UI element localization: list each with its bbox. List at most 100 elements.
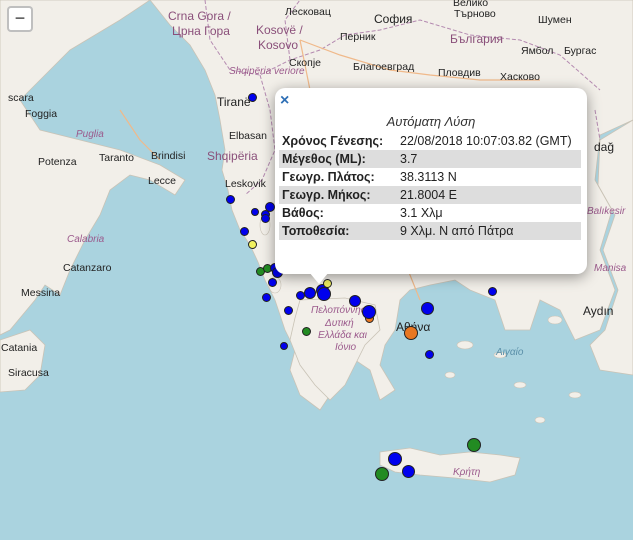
detail-row: Τοποθεσία: 9 Χλμ. N από Πάτρα — [279, 222, 581, 240]
sicily-land — [0, 329, 46, 393]
zoom-out-button[interactable]: − — [7, 6, 33, 32]
map-label: Ιόνιο — [335, 342, 357, 353]
island — [568, 391, 582, 399]
earthquake-marker[interactable] — [247, 239, 257, 249]
island — [444, 371, 456, 379]
map-label: Κρήτη — [453, 467, 481, 478]
map-label: Ямбол — [521, 45, 554, 57]
map-label: Potenza — [38, 156, 77, 168]
earthquake-marker[interactable] — [304, 287, 316, 299]
detail-key: Χρόνος Γένεσης: — [282, 134, 384, 148]
earthquake-marker[interactable] — [283, 305, 293, 315]
earthquake-marker[interactable] — [375, 467, 389, 481]
earthquake-marker[interactable] — [424, 349, 434, 359]
map-label: Перник — [340, 31, 376, 43]
earthquake-marker[interactable] — [362, 305, 376, 319]
earthquake-marker[interactable] — [267, 277, 277, 287]
map-label: Търново — [454, 8, 496, 20]
detail-row: Βάθος: 3.1 Χλμ — [279, 204, 581, 222]
map-label: Lecce — [148, 175, 177, 187]
map-label: България — [450, 32, 504, 46]
map-label: Foggia — [25, 108, 58, 120]
earthquake-marker[interactable] — [251, 208, 259, 216]
detail-key: Γεωγρ. Μήκος: — [279, 186, 397, 204]
detail-value: 22/08/2018 10:07:03.82 (GMT) — [400, 134, 572, 148]
map-label: scara — [8, 92, 34, 104]
map-label: Црна Гора — [172, 24, 230, 38]
map-label: dağ — [594, 140, 615, 154]
detail-value: 38.3113 N — [400, 170, 457, 184]
popup-tip — [309, 272, 329, 284]
map-label: Πελοπόννησ — [311, 305, 367, 316]
map-label: Shqipëria veriore — [229, 66, 305, 77]
earthquake-details-table: Χρόνος Γένεσης: 22/08/2018 10:07:03.82 (G… — [279, 132, 581, 240]
map-label: Crna Gora / — [168, 9, 231, 23]
detail-key: Μέγεθος (ML): — [279, 150, 397, 168]
earthquake-popup: × Αυτόματη Λύση Χρόνος Γένεσης: 22/08/201… — [275, 88, 587, 284]
earthquake-marker[interactable] — [239, 226, 249, 236]
earthquake-marker[interactable] — [401, 464, 415, 478]
island — [534, 416, 546, 424]
detail-value: 21.8004 E — [397, 186, 581, 204]
crete-land — [379, 447, 521, 483]
detail-row: Χρόνος Γένεσης: 22/08/2018 10:07:03.82 (G… — [279, 132, 581, 150]
earthquake-marker[interactable] — [280, 342, 288, 350]
detail-row: Γεωγρ. Πλάτος: 38.3113 N — [279, 168, 581, 186]
detail-key: Βάθος: — [282, 206, 324, 220]
map-label: Αιγαίο — [496, 347, 524, 358]
earthquake-marker[interactable] — [301, 326, 311, 336]
detail-value: 3.7 — [397, 150, 581, 168]
map-label: Puglia — [76, 129, 104, 140]
detail-row: Γεωγρ. Μήκος: 21.8004 E — [279, 186, 581, 204]
close-icon[interactable]: × — [280, 93, 289, 109]
map-label: Хасково — [500, 71, 540, 83]
map-label: Siracusa — [8, 367, 49, 379]
detail-value: 9 Χλμ. N από Πάτρα — [397, 222, 581, 240]
earthquake-marker[interactable] — [467, 438, 481, 452]
map-label: Kosovo — [258, 38, 299, 52]
map-label: Пловдив — [438, 67, 481, 79]
island — [456, 340, 474, 350]
map-label: Лесковац — [285, 6, 331, 18]
map-label: Catanzaro — [63, 262, 112, 274]
earthquake-marker[interactable] — [247, 92, 257, 102]
earthquake-marker[interactable] — [225, 194, 235, 204]
map-label: Aydın — [583, 304, 614, 318]
earthquake-marker[interactable] — [388, 452, 402, 466]
map-label: Calabria — [67, 234, 105, 245]
map-label: Elbasan — [229, 130, 267, 142]
map-label: Brindisi — [151, 150, 186, 162]
earthquake-marker[interactable] — [487, 286, 497, 296]
map-label: Tiranë — [217, 95, 251, 109]
italy-land — [0, 0, 186, 336]
map-label: Shqipëria — [207, 149, 258, 163]
map-label: Balıkesir — [587, 206, 626, 217]
island — [547, 315, 563, 325]
map-label: Leskovik — [225, 178, 266, 190]
map-label: Messina — [21, 287, 61, 299]
earthquake-marker[interactable] — [261, 292, 271, 302]
map-label: Taranto — [99, 152, 135, 164]
earthquake-marker[interactable] — [260, 213, 270, 223]
map-label: Шумен — [538, 14, 572, 26]
island — [513, 381, 527, 389]
map-label: Manisa — [594, 263, 627, 274]
map-label: Catania — [1, 342, 38, 354]
map-label: Ελλάδα και — [318, 330, 367, 341]
earthquake-marker[interactable] — [404, 326, 418, 340]
earthquake-marker[interactable] — [420, 301, 434, 315]
detail-row: Μέγεθος (ML): 3.7 — [279, 150, 581, 168]
detail-key: Τοποθεσία: — [279, 222, 397, 240]
earthquake-marker[interactable] — [317, 287, 331, 301]
detail-key: Γεωγρ. Πλάτος: — [282, 170, 375, 184]
map-label: Благоевград — [353, 61, 415, 73]
map-view[interactable]: Crna Gora / Црна Гора Kosovë / Kosovo Ле… — [0, 0, 633, 540]
popup-title: Αυτόματη Λύση — [386, 114, 476, 129]
earthquake-marker[interactable] — [349, 295, 361, 307]
map-label: Бургас — [564, 45, 597, 57]
map-label: Kosovë / — [256, 23, 303, 37]
map-label: София — [374, 12, 413, 26]
map-label: Δυτική — [325, 318, 354, 329]
earthquake-marker[interactable] — [265, 202, 275, 212]
detail-value: 3.1 Χλμ — [400, 206, 443, 220]
